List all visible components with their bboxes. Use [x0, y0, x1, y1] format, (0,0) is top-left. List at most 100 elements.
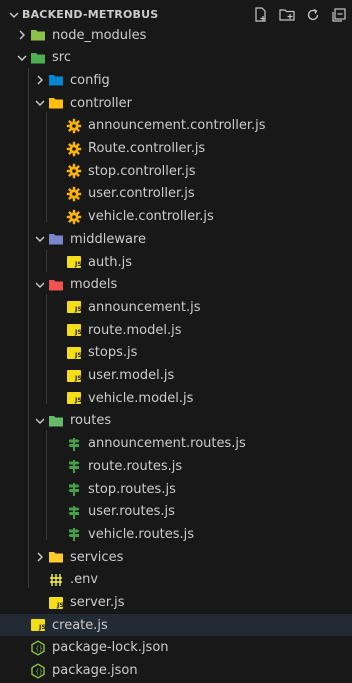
tree-folder-row[interactable]: services: [0, 546, 352, 568]
tree-file-row[interactable]: JS vehicle.model.js: [0, 387, 352, 409]
tree-file-row[interactable]: route.routes.js: [0, 455, 352, 477]
tree-item-label: vehicle.model.js: [88, 390, 194, 406]
tree-item-label: announcement.routes.js: [88, 436, 246, 452]
tree-item-label: src: [52, 50, 71, 66]
gear-icon: [66, 141, 82, 157]
signpost-icon: [66, 458, 82, 474]
tree-file-row[interactable]: vehicle.controller.js: [0, 206, 352, 228]
tree-item-label: stop.controller.js: [88, 163, 196, 179]
tree-file-row[interactable]: JS route.model.js: [0, 319, 352, 341]
svg-text:JS: JS: [38, 623, 46, 631]
tree-file-row[interactable]: .env: [0, 569, 352, 591]
tree-item-label: route.model.js: [88, 322, 182, 338]
tree-folder-row[interactable]: src: [0, 47, 352, 69]
tree-file-row[interactable]: Route.controller.js: [0, 138, 352, 160]
workspace-title[interactable]: BACKEND-METROBUS: [22, 8, 158, 21]
env-file-icon: [48, 572, 64, 588]
signpost-icon: [66, 436, 82, 452]
tree-file-row[interactable]: JS user.model.js: [0, 365, 352, 387]
signpost-icon: [66, 504, 82, 520]
tree-file-row[interactable]: user.controller.js: [0, 183, 352, 205]
tree-file-row[interactable]: JS stops.js: [0, 342, 352, 364]
svg-text:JS: JS: [74, 305, 82, 313]
tree-folder-row[interactable]: middleware: [0, 228, 352, 250]
tree-folder-row[interactable]: node_modules: [0, 24, 352, 46]
js-file-icon: JS: [66, 368, 82, 384]
tree-file-row[interactable]: stop.controller.js: [0, 160, 352, 182]
chevron-right-icon[interactable]: [32, 546, 48, 568]
svg-text:JS: JS: [74, 328, 82, 336]
chevron-down-icon[interactable]: [32, 228, 48, 250]
tree-item-label: vehicle.controller.js: [88, 209, 214, 225]
tree-file-row[interactable]: {} package.json: [0, 660, 352, 682]
js-file-icon: JS: [66, 322, 82, 338]
tree-item-label: auth.js: [88, 254, 133, 270]
tree-item-label: vehicle.routes.js: [88, 526, 195, 542]
tree-file-row[interactable]: user.routes.js: [0, 501, 352, 523]
tree-file-row[interactable]: JS auth.js: [0, 251, 352, 273]
tree-file-row[interactable]: announcement.controller.js: [0, 115, 352, 137]
tree-folder-row[interactable]: controller: [0, 92, 352, 114]
tree-item-label: node_modules: [52, 27, 147, 43]
tree-item-label: package.json: [52, 663, 138, 679]
tree-item-label: routes: [70, 413, 112, 429]
chevron-down-icon[interactable]: [8, 9, 20, 21]
chevron-down-icon[interactable]: [32, 274, 48, 296]
svg-text:JS: JS: [74, 374, 82, 382]
folder-node-icon: [30, 27, 46, 43]
tree-item-label: controller: [70, 95, 133, 111]
gear-icon: [66, 118, 82, 134]
tree-item-label: middleware: [70, 231, 147, 247]
tree-folder-row[interactable]: config: [0, 69, 352, 91]
refresh-icon[interactable]: [304, 6, 322, 24]
tree-item-label: stops.js: [88, 345, 138, 361]
chevron-right-icon[interactable]: [14, 24, 30, 46]
js-file-icon: JS: [48, 595, 64, 611]
npm-json-icon: {}: [30, 640, 46, 656]
tree-file-row[interactable]: vehicle.routes.js: [0, 523, 352, 545]
tree-file-row[interactable]: {} package-lock.json: [0, 637, 352, 659]
signpost-icon: [66, 526, 82, 542]
tree-file-row[interactable]: JS announcement.js: [0, 296, 352, 318]
tree-item-label: services: [70, 549, 124, 565]
gear-icon: [66, 209, 82, 225]
chevron-down-icon[interactable]: [32, 410, 48, 432]
chevron-down-icon[interactable]: [32, 92, 48, 114]
new-folder-icon[interactable]: [278, 6, 296, 24]
new-file-icon[interactable]: [252, 6, 270, 24]
js-file-icon: JS: [66, 390, 82, 406]
folder-config-icon: [48, 72, 64, 88]
tree-item-label: announcement.controller.js: [88, 118, 266, 134]
tree-item-label: announcement.js: [88, 299, 201, 315]
chevron-right-icon[interactable]: [32, 69, 48, 91]
folder-middleware-icon: [48, 231, 64, 247]
collapse-all-icon[interactable]: [330, 6, 348, 24]
signpost-icon: [66, 481, 82, 497]
tree-item-label: route.routes.js: [88, 458, 183, 474]
tree-folder-row[interactable]: routes: [0, 410, 352, 432]
chevron-down-icon[interactable]: [14, 47, 30, 69]
tree-item-label: server.js: [70, 595, 125, 610]
tree-file-row[interactable]: JS server.js: [0, 592, 352, 614]
tree-file-row[interactable]: announcement.routes.js: [0, 433, 352, 455]
tree-folder-row[interactable]: models: [0, 274, 352, 296]
tree-file-row[interactable]: JS create.js: [0, 614, 352, 637]
js-file-icon: JS: [30, 617, 46, 633]
folder-models-icon: [48, 277, 64, 293]
tree-item-label: Route.controller.js: [88, 141, 206, 156]
tree-file-row[interactable]: stop.routes.js: [0, 478, 352, 500]
tree-item-label: package-lock.json: [52, 640, 169, 656]
